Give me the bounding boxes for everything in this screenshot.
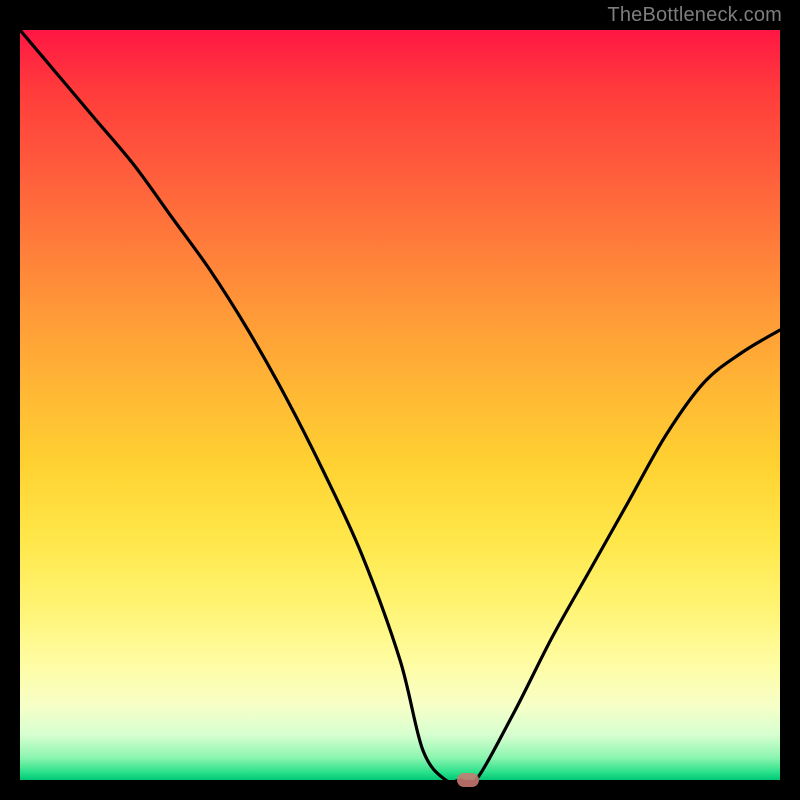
bottleneck-curve <box>20 30 780 780</box>
optimum-marker <box>457 773 479 787</box>
watermark-text: TheBottleneck.com <box>607 4 782 27</box>
plot-area <box>20 30 780 780</box>
chart-frame: TheBottleneck.com <box>0 0 800 800</box>
